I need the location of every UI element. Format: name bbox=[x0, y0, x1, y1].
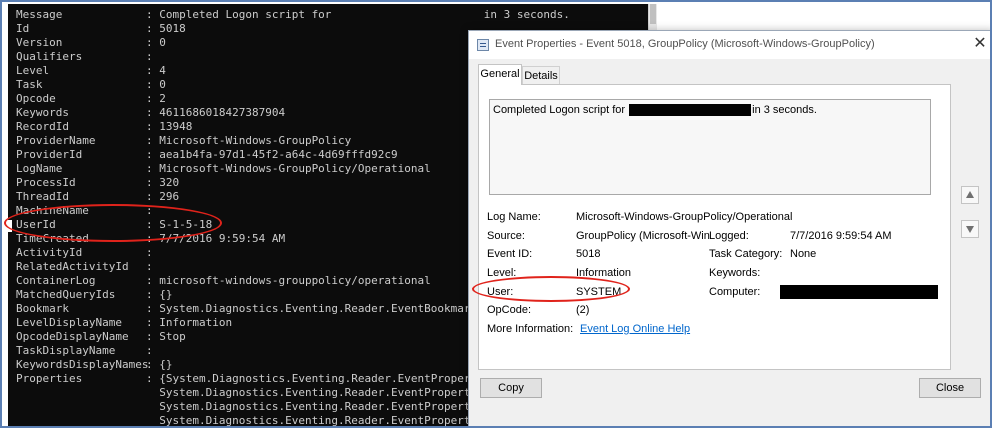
event-viewer-icon bbox=[477, 39, 489, 51]
console-property-name: Opcode bbox=[16, 92, 56, 105]
log-name-label: Log Name: bbox=[487, 211, 541, 223]
screenshot-frame: Message: Completed Logon script for in 3… bbox=[0, 0, 992, 428]
console-property-value: : bbox=[146, 260, 153, 273]
console-property-value: : 4 bbox=[146, 64, 166, 77]
event-id-label: Event ID: bbox=[487, 248, 533, 260]
opcode-label: OpCode: bbox=[487, 304, 532, 316]
close-button[interactable]: Close bbox=[919, 378, 981, 398]
console-cursor-marker bbox=[8, 220, 12, 232]
console-property-value: : microsoft-windows-grouppolicy/operatio… bbox=[146, 274, 431, 287]
console-property-name: ThreadId bbox=[16, 190, 69, 203]
console-property-value: : Stop bbox=[146, 330, 186, 343]
console-property-value: : 320 bbox=[146, 176, 180, 189]
copy-button[interactable]: Copy bbox=[480, 378, 542, 398]
console-property-value: : aea1b4fa-97d1-45f2-a64c-4d69fffd92c9 bbox=[146, 148, 398, 161]
logged-label: Logged: bbox=[709, 230, 749, 242]
more-information-label: More Information: bbox=[487, 323, 574, 335]
console-property-value: : S-1-5-18 bbox=[146, 218, 213, 231]
console-property-name: ProviderId bbox=[16, 148, 83, 161]
tab-details[interactable]: Details bbox=[522, 66, 560, 84]
console-property-name: MatchedQueryIds bbox=[16, 288, 116, 301]
close-icon[interactable]: ✕ bbox=[973, 36, 987, 52]
log-name-value: Microsoft-Windows-GroupPolicy/Operationa… bbox=[576, 211, 793, 223]
console-property-value: : 7/7/2016 9:59:54 AM bbox=[146, 232, 286, 245]
event-id-value: 5018 bbox=[576, 248, 601, 260]
source-value: GroupPolicy (Microsoft-Win bbox=[576, 230, 710, 242]
console-property-name: Message bbox=[16, 8, 63, 21]
console-property-value: : bbox=[146, 50, 153, 63]
task-category-label: Task Category: bbox=[709, 248, 783, 260]
console-property-value: : 2 bbox=[146, 92, 166, 105]
console-property-name: UserId bbox=[16, 218, 56, 231]
console-scrollbar-thumb[interactable] bbox=[650, 4, 656, 24]
console-property-name: Version bbox=[16, 36, 63, 49]
level-value: Information bbox=[576, 267, 632, 279]
console-property-value: : Completed Logon script for in 3 second… bbox=[146, 8, 570, 21]
console-property-value: : bbox=[146, 246, 153, 259]
console-property-value: : bbox=[146, 344, 153, 357]
console-property-name: MachineName bbox=[16, 204, 89, 217]
console-property-name: Properties bbox=[16, 372, 83, 385]
console-property-value: : 296 bbox=[146, 190, 180, 203]
console-property-value: System.Diagnostics.Eventing.Reader.Event… bbox=[146, 414, 484, 427]
computer-label: Computer: bbox=[709, 286, 761, 298]
event-message-start: Completed Logon script for bbox=[493, 104, 629, 116]
redacted-script-name bbox=[629, 104, 752, 117]
console-property-name: RecordId bbox=[16, 120, 69, 133]
console-property-value: : 0 bbox=[146, 36, 166, 49]
opcode-value: (2) bbox=[576, 304, 590, 316]
console-property-value: : System.Diagnostics.Eventing.Reader.Eve… bbox=[146, 302, 478, 315]
console-property-name: OpcodeDisplayName bbox=[16, 330, 129, 343]
console-property-value: : {System.Diagnostics.Eventing.Reader.Ev… bbox=[146, 372, 491, 385]
logged-value: 7/7/2016 9:59:54 AM bbox=[790, 230, 892, 242]
console-property-name: Level bbox=[16, 64, 50, 77]
console-property-name: TimeCreated bbox=[16, 232, 89, 245]
console-property-value: : Microsoft-Windows-GroupPolicy/Operatio… bbox=[146, 162, 431, 175]
console-property-name: ContainerLog bbox=[16, 274, 96, 287]
console-property-name: Qualifiers bbox=[16, 50, 83, 63]
console-property-name: ActivityId bbox=[16, 246, 83, 259]
general-tab-panel: Completed Logon script for in 3 seconds.… bbox=[478, 84, 951, 370]
console-property-value: : 4611686018427387904 bbox=[146, 106, 286, 119]
console-property-name: Id bbox=[16, 22, 30, 35]
redacted-computer-name bbox=[780, 285, 938, 299]
dialog-title: Event Properties - Event 5018, GroupPoli… bbox=[495, 38, 875, 50]
console-property-value: : 5018 bbox=[146, 22, 186, 35]
console-property-name: RelatedActivityId bbox=[16, 260, 129, 273]
console-property-name: ProcessId bbox=[16, 176, 76, 189]
arrow-up-icon[interactable] bbox=[961, 186, 979, 204]
console-property-value: : Microsoft-Windows-GroupPolicy bbox=[146, 134, 352, 147]
console-property-name: LevelDisplayName bbox=[16, 316, 122, 329]
source-label: Source: bbox=[487, 230, 525, 242]
console-property-name: Task bbox=[16, 78, 43, 91]
event-message: Completed Logon script for in 3 seconds. bbox=[493, 104, 817, 117]
console-property-name: KeywordsDisplayNames bbox=[16, 358, 149, 371]
user-value: SYSTEM bbox=[576, 286, 622, 298]
console-property-name: Keywords bbox=[16, 106, 69, 119]
console-property-value: : {} bbox=[146, 358, 173, 371]
event-properties-dialog: Event Properties - Event 5018, GroupPoli… bbox=[468, 30, 990, 426]
console-property-value: : Information bbox=[146, 316, 233, 329]
console-property-name: LogName bbox=[16, 162, 63, 175]
dialog-titlebar: Event Properties - Event 5018, GroupPoli… bbox=[469, 31, 990, 59]
console-property-name: Bookmark bbox=[16, 302, 69, 315]
event-message-end: in 3 seconds. bbox=[752, 104, 817, 116]
console-property-name: TaskDisplayName bbox=[16, 344, 116, 357]
event-message-box[interactable]: Completed Logon script for in 3 seconds. bbox=[489, 99, 931, 195]
keywords-label: Keywords: bbox=[709, 267, 761, 279]
user-label: User: bbox=[487, 286, 514, 298]
console-property-value: System.Diagnostics.Eventing.Reader.Event… bbox=[146, 400, 484, 413]
console-property-value: : 0 bbox=[146, 78, 166, 91]
event-log-online-help-link[interactable]: Event Log Online Help bbox=[580, 322, 690, 336]
console-property-value: System.Diagnostics.Eventing.Reader.Event… bbox=[146, 386, 484, 399]
console-property-value: : bbox=[146, 204, 153, 217]
arrow-down-icon[interactable] bbox=[961, 220, 979, 238]
level-label: Level: bbox=[487, 267, 517, 279]
console-property-name: ProviderName bbox=[16, 134, 96, 147]
tab-general[interactable]: General bbox=[478, 64, 522, 85]
task-category-value: None bbox=[790, 248, 817, 260]
console-property-value: : 13948 bbox=[146, 120, 193, 133]
console-property-value: : {} bbox=[146, 288, 173, 301]
